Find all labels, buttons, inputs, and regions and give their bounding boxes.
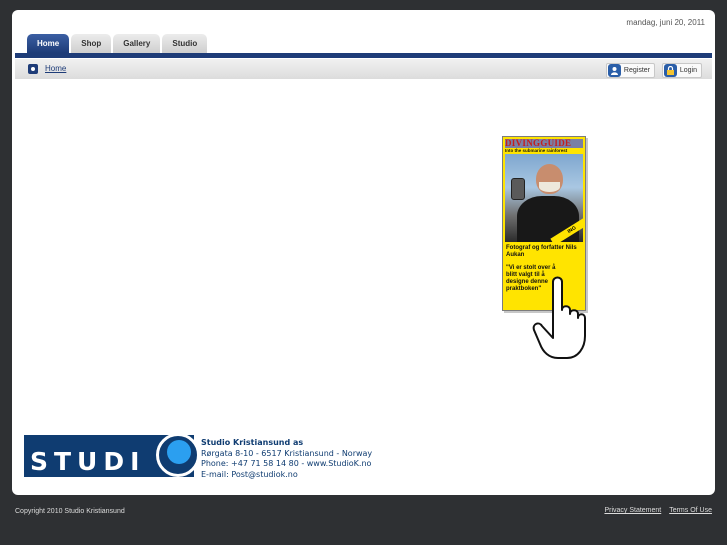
book-masthead: DIVINGGUIDE <box>505 139 583 148</box>
email-address: E-mail: Post@studiok.no <box>201 469 298 479</box>
logo-circle-icon <box>156 433 200 477</box>
diving-guide-ad[interactable]: DIVINGGUIDE Into the submarine rainfores… <box>497 134 594 367</box>
ad-caption-author: Fotograf og forfatter Nils Aukan <box>506 245 577 258</box>
home-bullet-icon <box>28 64 38 74</box>
tab-gallery[interactable]: Gallery <box>113 34 161 53</box>
tab-studio[interactable]: Studio <box>162 34 208 53</box>
company-address: Studio Kristiansund as Rørgata 8-10 - 65… <box>201 438 372 480</box>
register-label: Register <box>623 67 650 74</box>
terms-link[interactable]: Terms Of Use <box>669 507 712 514</box>
page-container: mandag, juni 20, 2011 Home Shop Gallery … <box>12 10 715 495</box>
tab-home[interactable]: Home <box>27 34 70 53</box>
tab-shop[interactable]: Shop <box>71 34 112 53</box>
privacy-link[interactable]: Privacy Statement <box>604 507 661 514</box>
nav-bar <box>15 53 712 58</box>
company-name: Studio Kristiansund as <box>201 438 304 447</box>
copyright: Copyright 2010 Studio Kristiansund <box>15 508 125 515</box>
book-subtitle: Into the submarine rainforest <box>505 148 568 153</box>
studio-logo: STUDI <box>24 433 200 477</box>
current-date: mandag, juni 20, 2011 <box>626 18 705 27</box>
register-icon <box>607 64 621 77</box>
breadcrumb: Home Register Login <box>15 59 712 79</box>
lock-icon <box>663 64 677 77</box>
diver-photo: ING <box>505 154 583 242</box>
main-tabs: Home Shop Gallery Studio <box>27 34 208 53</box>
register-button[interactable]: Register <box>605 63 655 78</box>
breadcrumb-home-link[interactable]: Home <box>45 64 66 73</box>
footer-links: Privacy Statement Terms Of Use <box>598 507 712 514</box>
phone-number: Phone: +47 71 58 14 80 - www.StudioK.no <box>201 459 372 468</box>
login-button[interactable]: Login <box>661 63 702 78</box>
login-label: Login <box>679 67 697 74</box>
pointing-hand-icon <box>532 276 586 359</box>
street-address: Rørgata 8-10 - 6517 Kristiansund - Norwa… <box>201 448 373 458</box>
